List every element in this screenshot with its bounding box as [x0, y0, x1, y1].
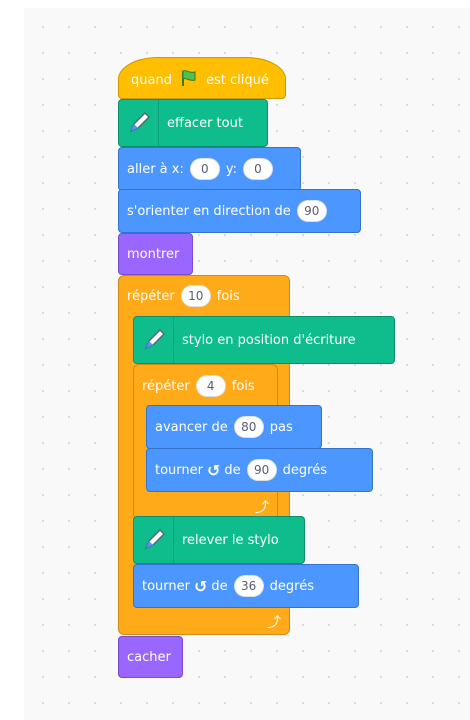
repeat-count-input[interactable]: 10 — [180, 285, 211, 307]
direction-input[interactable]: 90 — [296, 200, 327, 222]
when-label: quand — [131, 72, 172, 88]
x-input[interactable]: 0 — [189, 158, 220, 180]
pen-down-label: stylo en position d'écriture — [182, 332, 356, 348]
show-label: montrer — [127, 246, 180, 262]
move-label: avancer de — [155, 419, 228, 435]
turn-label: tourner — [142, 578, 190, 594]
pen-up-label: relever le stylo — [182, 532, 279, 548]
is-clicked-label: est cliqué — [205, 72, 269, 88]
repeat-inner-unit-label: fois — [231, 378, 255, 394]
point-direction-block[interactable]: s'orienter en direction de 90 — [118, 189, 361, 233]
goto-x-label: aller à x: — [127, 161, 184, 177]
turn-left-36-block[interactable]: tourner ↺ de 36 degrés — [133, 564, 359, 608]
move-steps-block[interactable]: avancer de 80 pas — [146, 405, 322, 449]
show-block[interactable]: montrer — [118, 233, 193, 275]
pen-icon — [119, 100, 159, 146]
repeat-inner-count-input[interactable]: 4 — [195, 375, 226, 397]
turn-label: tourner — [155, 462, 203, 478]
clear-pen-block[interactable]: effacer tout — [118, 99, 268, 147]
repeat-unit-label: fois — [216, 288, 240, 304]
rotate-left-icon: ↺ — [207, 460, 221, 480]
repeat-label: répéter — [127, 288, 175, 304]
hide-label: cacher — [127, 649, 171, 665]
loop-arrow-icon: ⤴ — [255, 500, 269, 516]
loop-arrow-icon: ⤴ — [267, 615, 281, 631]
clear-label: effacer tout — [167, 115, 243, 131]
turn-unit-label: degrés — [282, 462, 327, 478]
turn-degrees-input[interactable]: 36 — [233, 575, 264, 597]
turn-degrees-input[interactable]: 90 — [246, 459, 277, 481]
move-unit-label: pas — [269, 419, 293, 435]
repeat-inner-label: répéter — [142, 378, 190, 394]
rotate-left-icon: ↺ — [194, 576, 208, 596]
turn-de-label: de — [211, 578, 228, 594]
pen-icon — [134, 317, 174, 363]
turn-de-label: de — [224, 462, 241, 478]
green-flag-icon — [180, 69, 198, 91]
goto-y-label: y: — [225, 161, 237, 177]
goto-xy-block[interactable]: aller à x: 0 y: 0 — [118, 147, 301, 191]
pen-icon — [134, 517, 174, 563]
pen-up-block[interactable]: relever le stylo — [133, 516, 305, 564]
point-direction-label: s'orienter en direction de — [127, 203, 291, 219]
code-workspace[interactable]: quand est cliqué effacer tout aller à x:… — [24, 8, 470, 720]
turn-left-90-block[interactable]: tourner ↺ de 90 degrés — [146, 448, 373, 492]
y-input[interactable]: 0 — [242, 158, 273, 180]
steps-input[interactable]: 80 — [233, 416, 264, 438]
pen-down-block[interactable]: stylo en position d'écriture — [133, 316, 395, 364]
turn-unit-label: degrés — [269, 578, 314, 594]
hide-block[interactable]: cacher — [118, 636, 183, 678]
when-flag-clicked-block[interactable]: quand est cliqué — [118, 57, 286, 99]
